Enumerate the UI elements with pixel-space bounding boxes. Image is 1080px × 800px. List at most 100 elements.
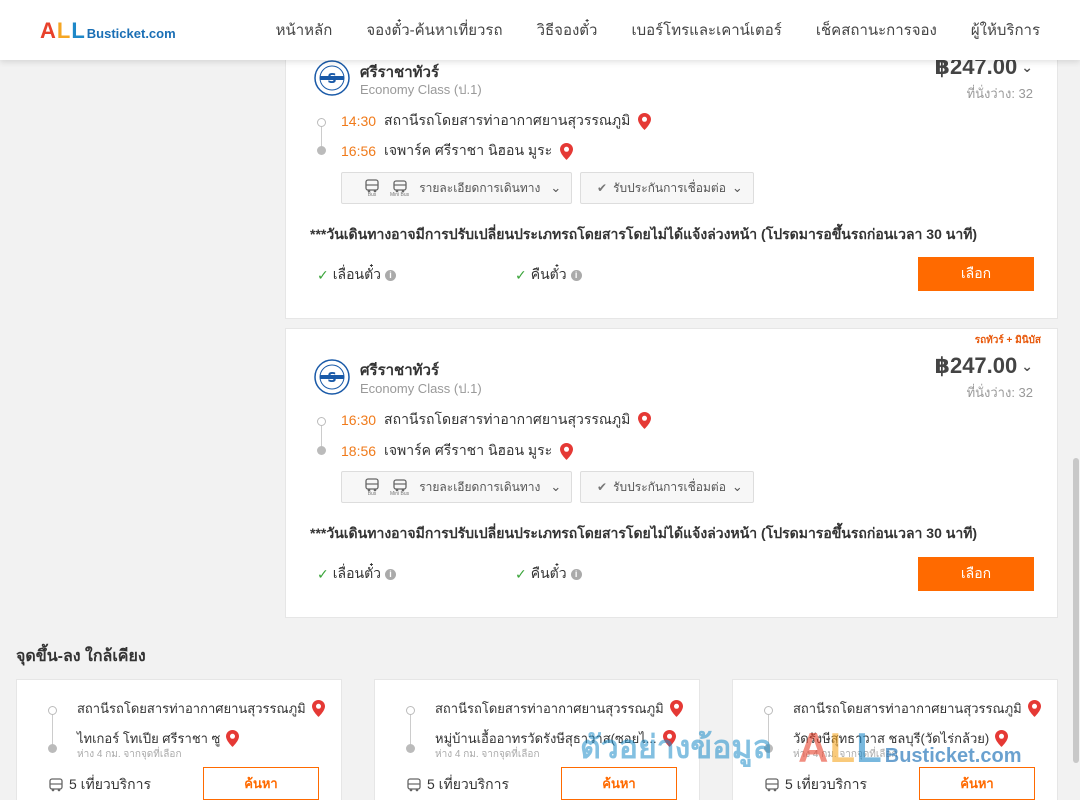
vehicle-type-tag: รถทัวร์ + มินิบัส [974,335,1041,346]
nearby-from-label: สถานีรถโดยสารท่าอากาศยานสุวรรณภูมิ [793,701,1022,716]
destination-dot [764,744,773,753]
info-icon[interactable]: i [385,269,397,281]
top-header: ALL Busticket.com หน้าหลัก จองตั๋ว-ค้นหา… [0,0,1080,60]
nearby-distance: ห่าง 4 กม. จากจุดที่เลือก [435,749,540,760]
connection-guarantee-toggle[interactable]: ✔ รับประกันการเชื่อมต่อ ⌄ [580,172,754,204]
feature-reschedule-label: เลื่อนตั๋ว [332,266,382,282]
chevron-down-icon[interactable]: ⌄ [1021,59,1033,76]
route-line [52,713,53,747]
nav-contacts[interactable]: เบอร์โทรและเคาน์เตอร์ [631,18,781,42]
nearby-card: สถานีรถโดยสารท่าอากาศยานสุวรรณภูมิ วัดรั… [732,679,1058,800]
nearby-from: สถานีรถโดยสารท่าอากาศยานสุวรรณภูมิ [77,698,325,719]
map-pin-icon[interactable] [669,700,683,717]
search-button[interactable]: ค้นหา [203,767,319,800]
nearby-card: สถานีรถโดยสารท่าอากาศยานสุวรรณภูมิ ไทเกอ… [16,679,342,800]
feature-refund-label: คืนตั๋ว [530,266,567,282]
nearby-to: ไทเกอร์ โทเปีย ศรีราชา ซู [77,728,240,749]
destination-dot [406,744,415,753]
bus-icon [407,778,421,792]
minibus-icon: Mini Bus [390,478,409,497]
select-button[interactable]: เลือก [918,557,1034,591]
trip-details-label: รายละเอียดการเดินทาง [419,180,541,195]
arrival-stop: 18:56 เจพาร์ค ศรีราชา นิฮอน มูระ [341,440,574,462]
origin-dot [317,118,326,127]
trip-details-label: รายละเอียดการเดินทาง [419,479,541,494]
page-scrollbar[interactable] [1072,60,1080,800]
bus-icon: Bus [364,477,380,497]
nav-check-booking[interactable]: เช็คสถานะการจอง [816,18,937,42]
check-icon: ✓ [515,266,527,283]
nav-book-search[interactable]: จองตั๋ว-ค้นหาเที่ยวรถ [366,18,502,42]
price-value: ฿247.00 [934,353,1018,378]
chevron-down-icon: ⌄ [550,180,562,195]
seats-available: ที่นั่งว่าง: 32 [966,385,1033,400]
notice-text: ***วันเดินทางอาจมีการปรับเปลี่ยนประเภทรถ… [310,525,978,541]
connection-guarantee-toggle[interactable]: ✔ รับประกันการเชื่อมต่อ ⌄ [580,471,754,503]
map-pin-icon[interactable] [226,730,240,747]
arrival-place: เจพาร์ค ศรีราชา นิฮอน มูระ [384,442,553,458]
origin-dot [317,417,326,426]
departure-stop: 14:30 สถานีรถโดยสารท่าอากาศยานสุวรรณภูมิ [341,110,652,132]
nearby-to-label: วัดรังษีสุทธาวาส ชลบุรี(วัดไร่กล้วย) [793,731,990,746]
chevron-down-icon: ⌄ [731,479,743,494]
chevron-down-icon[interactable]: ⌄ [1021,358,1033,375]
arrival-time: 18:56 [341,443,377,459]
nearby-trips-label: 5 เที่ยวบริการ [785,776,868,792]
info-icon[interactable]: i [570,269,582,281]
nearby-from-label: สถานีรถโดยสารท่าอากาศยานสุวรรณภูมิ [77,701,306,716]
map-pin-icon[interactable] [662,730,676,747]
nearby-distance: ห่าง 4 กม. จากจุดที่เลือก [77,749,182,760]
nearby-to: วัดรังษีสุทธาวาส ชลบุรี(วัดไร่กล้วย) [793,728,1009,749]
nearby-card: สถานีรถโดยสารท่าอากาศยานสุวรรณภูมิ หมู่บ… [374,679,700,800]
map-pin-icon[interactable] [311,700,325,717]
origin-dot [406,706,415,715]
site-logo[interactable]: ALL Busticket.com [40,18,176,44]
feature-reschedule-label: เลื่อนตั๋ว [332,565,382,581]
nearby-to-label: หมู่บ้านเอื้ออาทรวัดรังษีสุธาวาส(ซอยไ... [435,731,657,746]
nav-operators[interactable]: ผู้ให้บริการ [971,18,1040,42]
feature-refund: ✓ คืนตั๋ว i [515,563,582,585]
map-pin-icon[interactable] [560,442,574,460]
seats-available: ที่นั่งว่าง: 32 [966,86,1033,101]
chevron-down-icon: ⌄ [731,180,743,195]
arrival-place: เจพาร์ค ศรีราชา นิฮอน มูระ [384,142,553,158]
nav-home[interactable]: หน้าหลัก [276,18,333,42]
check-icon: ✔ [597,480,608,494]
price[interactable]: ฿247.00 ⌄ [935,353,1033,379]
check-icon: ✓ [317,266,329,283]
origin-dot [48,706,57,715]
operator-logo-icon: S [314,60,350,96]
info-icon[interactable]: i [385,568,397,580]
notice-text: ***วันเดินทางอาจมีการปรับเปลี่ยนประเภทรถ… [310,226,978,242]
departure-place: สถานีรถโดยสารท่าอากาศยานสุวรรณภูมิ [384,411,631,427]
feature-refund-label: คืนตั๋ว [530,565,567,581]
map-pin-icon[interactable] [995,730,1009,747]
nearby-from: สถานีรถโดยสารท่าอากาศยานสุวรรณภูมิ [435,698,683,719]
main-nav: หน้าหลัก จองตั๋ว-ค้นหาเที่ยวรถ วิธีจองตั… [276,0,1040,60]
route-line [768,713,769,747]
map-pin-icon[interactable] [638,411,652,429]
departure-place: สถานีรถโดยสารท่าอากาศยานสุวรรณภูมิ [384,112,631,128]
map-pin-icon[interactable] [1027,700,1041,717]
scrollbar-thumb[interactable] [1073,458,1079,763]
info-icon[interactable]: i [570,568,582,580]
trip-details-toggle[interactable]: Bus Mini Bus รายละเอียดการเดินทาง ⌄ [341,172,572,204]
connection-guarantee-label: รับประกันการเชื่อมต่อ [613,479,726,494]
destination-dot [317,446,326,455]
destination-dot [317,146,326,155]
search-button[interactable]: ค้นหา [919,767,1035,800]
connection-guarantee-label: รับประกันการเชื่อมต่อ [613,180,726,195]
departure-time: 14:30 [341,113,377,129]
map-pin-icon[interactable] [638,112,652,130]
select-button[interactable]: เลือก [918,257,1034,291]
nearby-trips-label: 5 เที่ยวบริการ [69,776,152,792]
feature-reschedule: ✓ เลื่อนตั๋ว i [317,264,397,286]
check-icon: ✓ [317,565,329,582]
nav-how-to-book[interactable]: วิธีจองตั๋ว [537,18,598,42]
logo-busticket-text: Busticket.com [86,26,176,41]
search-button[interactable]: ค้นหา [561,767,677,800]
check-icon: ✔ [597,181,608,195]
departure-time: 16:30 [341,412,377,428]
map-pin-icon[interactable] [560,142,574,160]
trip-details-toggle[interactable]: Bus Mini Bus รายละเอียดการเดินทาง ⌄ [341,471,572,503]
